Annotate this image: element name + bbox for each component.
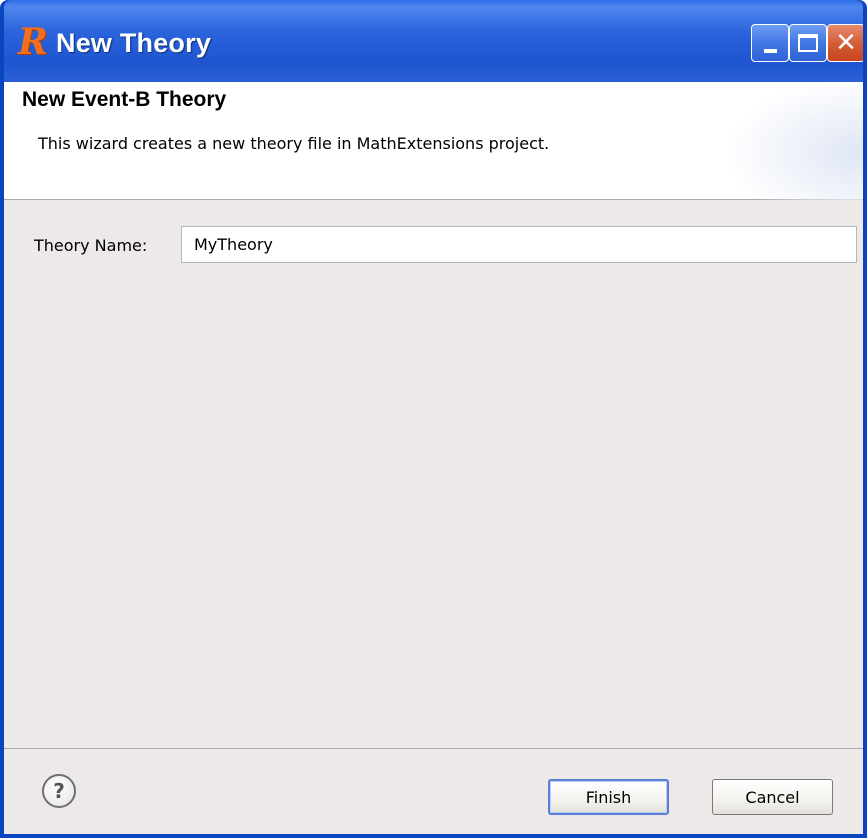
dialog-body: New Event-B Theory This wizard creates a…: [4, 82, 863, 834]
banner-decoration: [733, 82, 863, 200]
maximize-icon: [798, 34, 818, 52]
help-icon[interactable]: ?: [42, 774, 76, 808]
close-icon: ✕: [835, 28, 857, 58]
minimize-icon: [763, 49, 777, 53]
theory-name-input[interactable]: [181, 226, 857, 263]
footer-divider: [4, 748, 863, 749]
finish-button[interactable]: Finish: [548, 779, 669, 815]
theory-name-label: Theory Name:: [34, 236, 148, 255]
rodin-icon: R: [18, 21, 48, 63]
window-title: New Theory: [56, 28, 212, 58]
wizard-banner: New Event-B Theory This wizard creates a…: [4, 82, 863, 200]
title-bar[interactable]: R New Theory ✕: [4, 0, 863, 82]
wizard-description: This wizard creates a new theory file in…: [38, 134, 550, 153]
maximize-button[interactable]: [789, 24, 827, 62]
wizard-title: New Event-B Theory: [22, 88, 227, 111]
dialog-window: R New Theory ✕ New Event-B Theory This w…: [0, 0, 867, 838]
minimize-button[interactable]: [751, 24, 789, 62]
close-button[interactable]: ✕: [827, 24, 863, 62]
cancel-button[interactable]: Cancel: [712, 779, 833, 815]
